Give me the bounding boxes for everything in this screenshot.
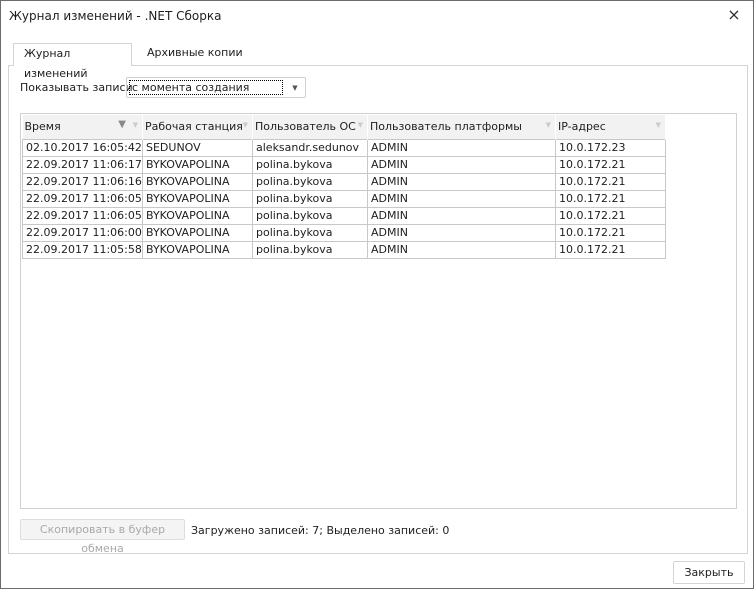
table-cell: polina.bykova: [252, 223, 368, 242]
table-cell: 22.09.2017 11:06:00: [22, 223, 143, 242]
table-cell: ADMIN: [367, 172, 556, 191]
table-cell: ADMIN: [367, 189, 556, 208]
column-header[interactable]: Пользователь платформы ▼: [367, 115, 556, 139]
column-header[interactable]: Время ▼ ▼: [22, 115, 143, 139]
table-row[interactable]: 22.09.2017 11:05:58 BYKOVAPOLINA polina.by…: [22, 240, 666, 259]
table-cell: ADMIN: [367, 240, 556, 259]
table-cell: 22.09.2017 11:06:05: [22, 206, 143, 225]
table-cell: 22.09.2017 11:05:58: [22, 240, 143, 259]
close-icon[interactable]: ×: [723, 5, 745, 25]
table-cell: 02.10.2017 16:05:42: [22, 138, 143, 157]
table-cell: polina.bykova: [252, 172, 368, 191]
filter-icon[interactable]: ▼: [118, 119, 126, 130]
table-cell: 10.0.172.21: [555, 223, 666, 242]
table-cell: 10.0.172.21: [555, 206, 666, 225]
chevron-down-icon[interactable]: ▼: [289, 81, 301, 95]
column-title: Пользователь ОС: [255, 120, 356, 134]
column-title: Пользователь платформы: [370, 120, 522, 134]
table-cell: polina.bykova: [252, 189, 368, 208]
filter-value: с момента создания: [129, 80, 283, 95]
sort-arrow-icon[interactable]: ▼: [243, 121, 248, 129]
table-cell: 22.09.2017 11:06:17: [22, 155, 143, 174]
column-header[interactable]: IP-адрес ▼: [555, 115, 666, 139]
tab-change-log[interactable]: Журнал изменений: [13, 43, 132, 80]
table-cell: aleksandr.sedunov: [252, 138, 368, 157]
table-cell: BYKOVAPOLINA: [142, 240, 253, 259]
sort-arrow-icon[interactable]: ▼: [546, 121, 551, 129]
table-cell: ADMIN: [367, 155, 556, 174]
column-title: Время: [24, 120, 61, 134]
table-cell: BYKOVAPOLINA: [142, 223, 253, 242]
table-cell: BYKOVAPOLINA: [142, 155, 253, 174]
column-header[interactable]: Пользователь ОС ▼: [252, 115, 368, 139]
copy-to-clipboard-button[interactable]: Скопировать в буфер обмена: [20, 519, 185, 555]
tab-archive-copies[interactable]: Архивные копии: [137, 43, 253, 66]
table-cell: BYKOVAPOLINA: [142, 189, 253, 208]
table-cell: 10.0.172.21: [555, 172, 666, 191]
table-cell: polina.bykova: [252, 206, 368, 225]
table-cell: ADMIN: [367, 206, 556, 225]
close-button[interactable]: Закрыть: [673, 561, 745, 584]
table-cell: SEDUNOV: [142, 138, 253, 157]
dialog-window: Журнал изменений - .NET Сборка × Журнал …: [0, 0, 754, 589]
table-cell: 10.0.172.21: [555, 155, 666, 174]
table-cell: ADMIN: [367, 138, 556, 157]
table-cell: 22.09.2017 11:06:05: [22, 189, 143, 208]
table-cell: 10.0.172.21: [555, 189, 666, 208]
log-grid[interactable]: Время ▼ ▼ Рабочая станция ▼ Пользователь ОС ▼ П…: [20, 113, 737, 509]
table-cell: BYKOVAPOLINA: [142, 172, 253, 191]
sort-arrow-icon[interactable]: ▼: [358, 121, 363, 129]
window-title: Журнал изменений - .NET Сборка: [9, 9, 222, 23]
table-cell: 10.0.172.21: [555, 240, 666, 259]
table-row[interactable]: 22.09.2017 11:06:05 BYKOVAPOLINA polina.by…: [22, 189, 666, 208]
sort-arrow-icon[interactable]: ▼: [656, 121, 661, 129]
column-title: IP-адрес: [558, 120, 606, 134]
table-row[interactable]: 22.09.2017 11:06:16 BYKOVAPOLINA polina.by…: [22, 172, 666, 191]
table-row[interactable]: 22.09.2017 11:06:17 BYKOVAPOLINA polina.by…: [22, 155, 666, 174]
filter-dropdown[interactable]: с момента создания ▼: [126, 77, 306, 98]
table-cell: polina.bykova: [252, 240, 368, 259]
column-title: Рабочая станция: [145, 120, 243, 134]
table-row[interactable]: 02.10.2017 16:05:42 SEDUNOV aleksandr.sedu…: [22, 138, 666, 157]
table-cell: polina.bykova: [252, 155, 368, 174]
table-cell: BYKOVAPOLINA: [142, 206, 253, 225]
table-cell: ADMIN: [367, 223, 556, 242]
sort-arrow-icon[interactable]: ▼: [133, 121, 138, 129]
table-cell: 10.0.172.23: [555, 138, 666, 157]
table-row[interactable]: 22.09.2017 11:06:00 BYKOVAPOLINA polina.by…: [22, 223, 666, 242]
table-cell: 22.09.2017 11:06:16: [22, 172, 143, 191]
table-row[interactable]: 22.09.2017 11:06:05 BYKOVAPOLINA polina.by…: [22, 206, 666, 225]
column-header[interactable]: Рабочая станция ▼: [142, 115, 253, 139]
status-text: Загружено записей: 7; Выделено записей: …: [191, 524, 450, 537]
